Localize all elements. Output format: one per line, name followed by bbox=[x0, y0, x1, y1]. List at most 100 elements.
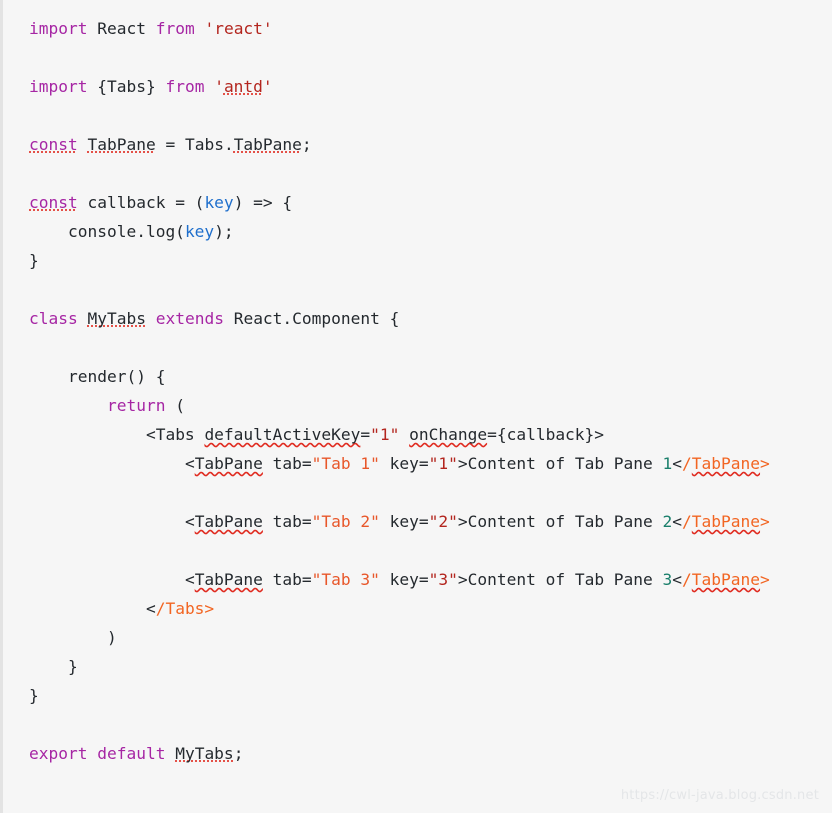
line-return: return ( bbox=[3, 391, 832, 420]
line-console-log: console.log(key); bbox=[3, 217, 832, 246]
line-tabpane-2: <TabPane tab="Tab 2" key="2">Content of … bbox=[3, 507, 832, 536]
code-token: "Tab 2" bbox=[311, 512, 380, 531]
code-token: tab= bbox=[262, 570, 312, 589]
code-token: "Tab 3" bbox=[311, 570, 380, 589]
code-token: from bbox=[165, 77, 205, 96]
code-token: / bbox=[682, 512, 692, 531]
code-token: key= bbox=[379, 512, 429, 531]
code-token: ={callback}> bbox=[487, 425, 605, 444]
code-token: MyTabs bbox=[175, 744, 234, 763]
code-token: render() { bbox=[29, 367, 166, 386]
code-token: <Tabs bbox=[29, 425, 205, 444]
code-token: "1" bbox=[428, 454, 458, 473]
code-token: {Tabs} bbox=[87, 77, 166, 96]
code-token: React.Component { bbox=[223, 309, 400, 328]
code-token: < bbox=[145, 599, 156, 618]
line-const-tabpane: const TabPane = Tabs.TabPane; bbox=[3, 130, 832, 159]
code-token: } bbox=[29, 657, 78, 676]
code-token: TabPane bbox=[87, 135, 156, 154]
code-token: 1 bbox=[662, 454, 673, 473]
code-token: return bbox=[106, 396, 166, 415]
code-token: ; bbox=[301, 135, 312, 154]
line-tabs-open: <Tabs defaultActiveKey="1" onChange={cal… bbox=[3, 420, 832, 449]
code-token: extends bbox=[155, 309, 224, 328]
line-tabs-close: </Tabs> bbox=[3, 594, 832, 623]
line-blank-6: ​ bbox=[3, 478, 832, 507]
code-token: TabPane bbox=[233, 135, 302, 154]
code-token: 2 bbox=[662, 512, 673, 531]
line-blank-2: ​ bbox=[3, 101, 832, 130]
code-token: / bbox=[682, 570, 692, 589]
code-token: TabPane bbox=[691, 454, 761, 473]
code-token: "Tab 1" bbox=[311, 454, 380, 473]
line-export-default: export default MyTabs; bbox=[3, 739, 832, 768]
code-token: >Content of Tab Pane bbox=[457, 570, 663, 589]
code-token: ) => { bbox=[233, 193, 293, 212]
code-token: ; bbox=[233, 744, 244, 763]
code-content: import React from 'react'​import {Tabs} … bbox=[3, 14, 832, 768]
code-token: TabPane bbox=[691, 570, 761, 589]
code-listing[interactable]: import React from 'react'​import {Tabs} … bbox=[3, 0, 832, 768]
code-token: TabPane bbox=[691, 512, 761, 531]
line-close-render: } bbox=[3, 652, 832, 681]
code-token: defaultActiveKey bbox=[204, 425, 361, 444]
line-close-paren: ) bbox=[3, 623, 832, 652]
code-token: < bbox=[672, 512, 683, 531]
line-blank-8: ​ bbox=[3, 710, 832, 739]
code-token: React bbox=[87, 19, 156, 38]
line-blank-3: ​ bbox=[3, 159, 832, 188]
code-token: ) bbox=[29, 628, 117, 647]
code-token: from bbox=[155, 19, 195, 38]
code-token: ' bbox=[262, 77, 273, 96]
code-token: < bbox=[672, 570, 683, 589]
watermark: https://cwl-java.blog.csdn.net bbox=[620, 788, 819, 803]
code-token: < bbox=[29, 512, 195, 531]
code-token: TabPane bbox=[194, 454, 263, 473]
code-token: > bbox=[760, 570, 770, 589]
code-token: < bbox=[29, 570, 195, 589]
code-token: key bbox=[184, 222, 215, 241]
code-token: = Tabs. bbox=[155, 135, 234, 154]
code-token: import bbox=[29, 19, 88, 38]
code-token: antd bbox=[223, 77, 263, 96]
line-close-callback: } bbox=[3, 246, 832, 275]
line-close-class: } bbox=[3, 681, 832, 710]
line-render: render() { bbox=[3, 362, 832, 391]
code-token: } bbox=[29, 251, 39, 270]
code-token: "3" bbox=[428, 570, 458, 589]
line-const-callback: const callback = (key) => { bbox=[3, 188, 832, 217]
code-token: ( bbox=[165, 396, 185, 415]
code-token: >Content of Tab Pane bbox=[457, 454, 663, 473]
code-token: } bbox=[29, 686, 39, 705]
line-blank-4: ​ bbox=[3, 275, 832, 304]
code-token: TabPane bbox=[194, 570, 263, 589]
code-token: MyTabs bbox=[87, 309, 146, 328]
code-token: 3 bbox=[662, 570, 673, 589]
line-import-antd: import {Tabs} from 'antd' bbox=[3, 72, 832, 101]
code-token: >Content of Tab Pane bbox=[457, 512, 663, 531]
line-tabpane-1: < TabPane tab="Tab 1" key="1">Content of … bbox=[3, 449, 832, 478]
code-token: < bbox=[672, 454, 683, 473]
code-token: > bbox=[760, 454, 770, 473]
code-token: 'react' bbox=[204, 19, 273, 38]
code-token: = bbox=[360, 425, 371, 444]
code-token: key= bbox=[379, 454, 429, 473]
line-tabpane-3: <TabPane tab="Tab 3" key="3">Content of … bbox=[3, 565, 832, 594]
code-token: key= bbox=[379, 570, 429, 589]
code-token: / bbox=[682, 454, 692, 473]
code-token: export default bbox=[29, 744, 166, 763]
code-token: tab= bbox=[262, 512, 312, 531]
code-token: TabPane bbox=[194, 512, 263, 531]
code-token: const bbox=[29, 135, 78, 154]
line-import-react: import React from 'react' bbox=[3, 14, 832, 43]
code-token: import bbox=[29, 77, 88, 96]
code-token: console.log( bbox=[29, 222, 185, 241]
line-blank-7: ​ bbox=[3, 536, 832, 565]
code-token: tab= bbox=[262, 454, 312, 473]
